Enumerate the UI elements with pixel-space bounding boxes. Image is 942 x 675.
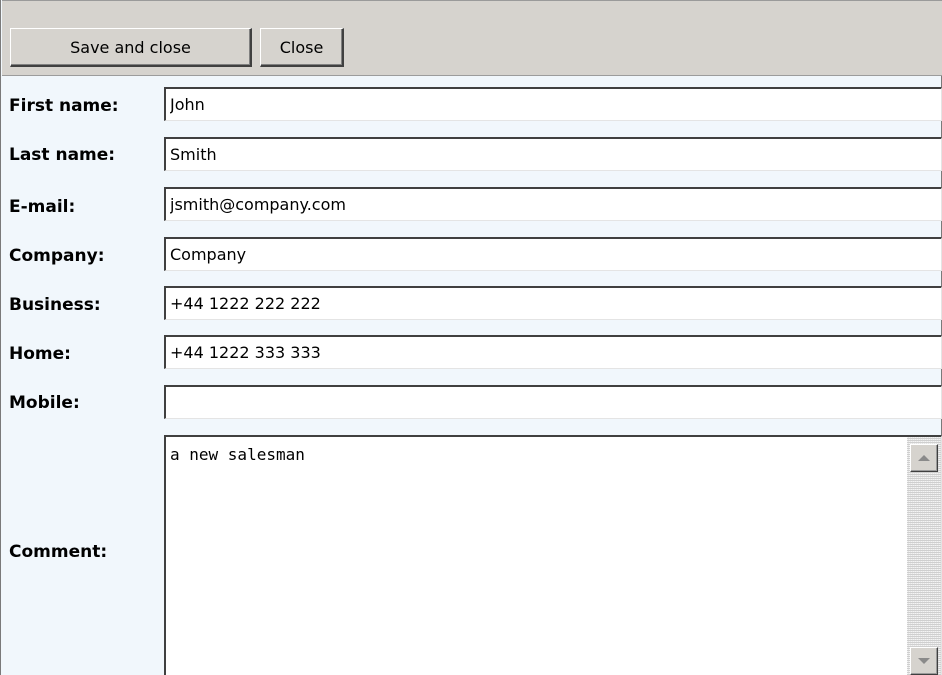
contact-form-window: Save and close Close First name: Last na… — [0, 0, 942, 675]
scroll-down-button[interactable] — [910, 647, 938, 675]
first-name-label: First name: — [9, 96, 119, 116]
comment-scrollbar[interactable] — [907, 437, 941, 675]
company-label: Company: — [9, 246, 105, 266]
last-name-label: Last name: — [9, 145, 116, 165]
close-button[interactable]: Close — [260, 28, 344, 67]
up-arrow-icon — [918, 455, 930, 461]
business-phone-field[interactable] — [164, 286, 942, 320]
comment-textarea[interactable]: a new salesman — [166, 437, 906, 675]
scroll-up-button[interactable] — [910, 444, 938, 472]
mobile-phone-label: Mobile: — [9, 393, 80, 413]
first-name-field[interactable] — [164, 87, 942, 121]
comment-box: a new salesman — [164, 435, 942, 675]
save-and-close-button[interactable]: Save and close — [10, 28, 252, 67]
company-field[interactable] — [164, 237, 942, 271]
home-phone-field[interactable] — [164, 335, 942, 369]
down-arrow-icon — [918, 658, 930, 664]
business-phone-label: Business: — [9, 295, 101, 315]
home-phone-label: Home: — [9, 344, 71, 364]
mobile-phone-field[interactable] — [164, 385, 942, 419]
comment-label: Comment: — [9, 542, 108, 562]
toolbar: Save and close Close — [2, 0, 942, 76]
last-name-field[interactable] — [164, 137, 942, 171]
email-field[interactable] — [164, 187, 942, 221]
email-label: E-mail: — [9, 197, 76, 217]
